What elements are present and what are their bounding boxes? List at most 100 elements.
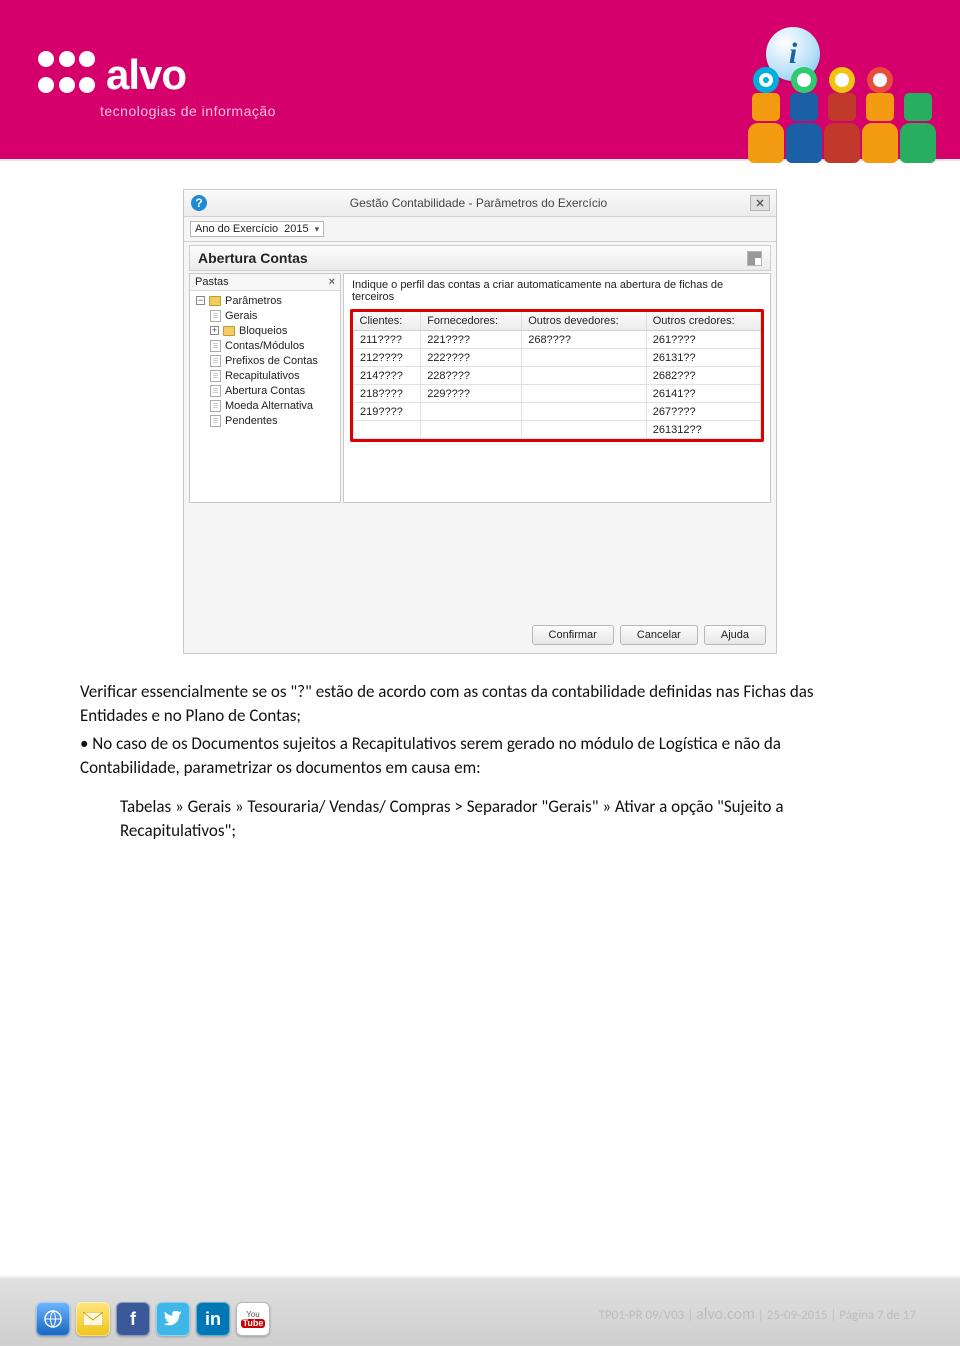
year-value: 2015 <box>284 223 308 235</box>
brand-name: alvo <box>106 51 186 99</box>
tree-item-recapitulativos[interactable]: Recapitulativos <box>204 368 340 383</box>
accounts-table: Clientes: Fornecedores: Outros devedores… <box>353 312 761 439</box>
cell[interactable]: 26141?? <box>646 385 760 403</box>
folder-icon <box>209 296 221 306</box>
table-pane: Indique o perfil das contas a criar auto… <box>343 273 771 503</box>
cell[interactable] <box>421 421 522 439</box>
table-row: 218????229???? 26141?? <box>354 385 761 403</box>
cell[interactable]: 228???? <box>421 367 522 385</box>
footer-prefix: TP01-PR 09/V03 | <box>599 1308 697 1323</box>
doc-icon <box>210 355 221 367</box>
cell[interactable] <box>522 403 647 421</box>
cell[interactable] <box>522 421 647 439</box>
footer-domain: alvo.com <box>696 1305 755 1324</box>
cell[interactable]: 268???? <box>522 331 647 349</box>
window-title: Gestão Contabilidade - Parâmetros do Exe… <box>207 196 750 210</box>
tree-item-label: Abertura Contas <box>225 385 305 397</box>
doc-icon <box>210 310 221 322</box>
col-fornecedores[interactable]: Fornecedores: <box>421 312 522 331</box>
col-clientes[interactable]: Clientes: <box>354 312 421 331</box>
year-toolbar: Ano do Exercício 2015 ▾ <box>184 217 776 242</box>
cell[interactable]: 261312?? <box>646 421 760 439</box>
linkedin-icon[interactable]: in <box>196 1302 230 1336</box>
cell[interactable]: 212???? <box>354 349 421 367</box>
cell[interactable]: 2682??? <box>646 367 760 385</box>
tree-item-label: Pendentes <box>225 415 278 427</box>
cell[interactable]: 222???? <box>421 349 522 367</box>
table-row: 212????222???? 26131?? <box>354 349 761 367</box>
tree-header: Pastas × <box>190 274 340 291</box>
app-window: ? Gestão Contabilidade - Parâmetros do E… <box>183 189 777 654</box>
document-body: Verificar essencialmente se os "?" estão… <box>80 680 880 843</box>
tree-item-bloqueios[interactable]: + Bloqueios <box>204 323 340 338</box>
col-credores[interactable]: Outros credores: <box>646 312 760 331</box>
tree-header-label: Pastas <box>195 276 229 288</box>
tree-item-label: Contas/Módulos <box>225 340 305 352</box>
tree-item-label: Prefixos de Contas <box>225 355 318 367</box>
doc-icon <box>210 415 221 427</box>
tree-item-gerais[interactable]: Gerais <box>204 308 340 323</box>
cell[interactable]: 211???? <box>354 331 421 349</box>
section-title: Abertura Contas <box>198 250 308 266</box>
table-row: 219???? 267???? <box>354 403 761 421</box>
cell[interactable] <box>354 421 421 439</box>
grid-view-button[interactable] <box>747 251 762 266</box>
col-devedores[interactable]: Outros devedores: <box>522 312 647 331</box>
paragraph-1: Verificar essencialmente se os "?" estão… <box>80 680 880 728</box>
info-glyph: i <box>789 37 797 71</box>
cell[interactable]: 229???? <box>421 385 522 403</box>
cell[interactable]: 214???? <box>354 367 421 385</box>
globe-icon[interactable] <box>36 1302 70 1336</box>
cell[interactable]: 26131?? <box>646 349 760 367</box>
tree-root-label: Parâmetros <box>225 295 282 307</box>
close-icon <box>756 199 764 207</box>
tree-item-moeda[interactable]: Moeda Alternativa <box>204 398 340 413</box>
cancel-button[interactable]: Cancelar <box>620 625 698 645</box>
folder-icon <box>223 326 235 336</box>
tree-item-abertura[interactable]: Abertura Contas <box>204 383 340 398</box>
page-footer: f in You Tube TP01-PR 09/V03 | alvo.com … <box>0 1276 960 1346</box>
doc-icon <box>210 370 221 382</box>
table-instruction: Indique o perfil das contas a criar auto… <box>344 274 770 309</box>
help-button[interactable]: Ajuda <box>704 625 766 645</box>
help-icon[interactable]: ? <box>191 195 207 211</box>
youtube-icon[interactable]: You Tube <box>236 1302 270 1336</box>
year-label: Ano do Exercício <box>195 223 278 235</box>
doc-icon <box>210 385 221 397</box>
expand-icon[interactable]: + <box>210 326 219 335</box>
table-row: 211????221????268????261???? <box>354 331 761 349</box>
table-row: 214????228???? 2682??? <box>354 367 761 385</box>
tree-item-label: Recapitulativos <box>225 370 300 382</box>
section-header: Abertura Contas <box>189 245 771 271</box>
header-banner: alvo tecnologias de informação i <box>0 3 960 161</box>
tree-item-label: Bloqueios <box>239 325 287 337</box>
cell[interactable] <box>522 385 647 403</box>
cell[interactable]: 219???? <box>354 403 421 421</box>
footer-text: TP01-PR 09/V03 | alvo.com | 25-09-2015 |… <box>599 1305 916 1324</box>
mail-icon[interactable] <box>76 1302 110 1336</box>
cell[interactable]: 218???? <box>354 385 421 403</box>
cell[interactable]: 267???? <box>646 403 760 421</box>
tree-item-contas-modulos[interactable]: Contas/Módulos <box>204 338 340 353</box>
tree-item-label: Moeda Alternativa <box>225 400 313 412</box>
tree-root[interactable]: − Parâmetros <box>190 293 340 308</box>
paragraph-3: Tabelas » Gerais » Tesouraria/ Vendas/ C… <box>120 795 880 843</box>
confirm-button[interactable]: Confirmar <box>532 625 614 645</box>
window-close-button[interactable] <box>750 195 770 211</box>
twitter-icon[interactable] <box>156 1302 190 1336</box>
brand-mark-icon <box>38 51 96 99</box>
facebook-icon[interactable]: f <box>116 1302 150 1336</box>
footer-suffix: | 25-09-2015 | Página 7 de 17 <box>755 1308 916 1323</box>
year-select[interactable]: Ano do Exercício 2015 ▾ <box>190 221 324 237</box>
paragraph-2: • No caso de os Documentos sujeitos a Re… <box>80 732 880 780</box>
collapse-icon[interactable]: − <box>196 296 205 305</box>
cell[interactable] <box>421 403 522 421</box>
tree-close-button[interactable]: × <box>329 276 335 288</box>
cell[interactable] <box>522 349 647 367</box>
tree-item-prefixos[interactable]: Prefixos de Contas <box>204 353 340 368</box>
tree-item-pendentes[interactable]: Pendentes <box>204 413 340 428</box>
tree-pane: Pastas × − Parâmetros Gerais +Bloqueios … <box>189 273 341 503</box>
cell[interactable]: 261???? <box>646 331 760 349</box>
cell[interactable]: 221???? <box>421 331 522 349</box>
cell[interactable] <box>522 367 647 385</box>
